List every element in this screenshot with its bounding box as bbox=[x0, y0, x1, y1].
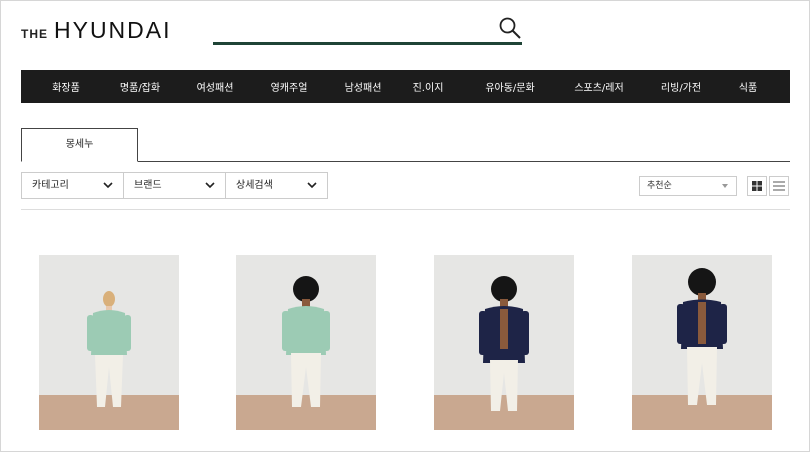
nav-item-mens[interactable]: 남성패션 bbox=[345, 79, 382, 94]
product-image bbox=[632, 255, 772, 430]
filter-bar: 카테고리 브랜드 상세검색 bbox=[21, 172, 328, 199]
site-logo[interactable]: THE HYUNDAI bbox=[21, 17, 172, 44]
chevron-down-icon bbox=[205, 182, 215, 189]
chevron-down-icon bbox=[103, 182, 113, 189]
chevron-down-icon bbox=[307, 182, 317, 189]
product-card[interactable] bbox=[632, 255, 772, 430]
nav-item-young-casual[interactable]: 영캐주얼 bbox=[271, 79, 308, 94]
nav-item-kids[interactable]: 유아동/문화 bbox=[485, 79, 534, 94]
logo-name: HYUNDAI bbox=[54, 17, 172, 43]
grid-view-icon bbox=[752, 181, 762, 191]
list-view-button[interactable] bbox=[769, 176, 789, 196]
detail-search-label: 상세검색 bbox=[236, 180, 273, 191]
sort-selected-label: 추천순 bbox=[647, 181, 672, 191]
sort-select[interactable]: 추천순 bbox=[639, 176, 737, 196]
nav-item-sports[interactable]: 스포츠/레저 bbox=[574, 79, 623, 94]
brand-filter-label: 브랜드 bbox=[134, 180, 162, 191]
category-filter-label: 카테고리 bbox=[32, 180, 69, 191]
nav-item-living[interactable]: 리빙/가전 bbox=[661, 79, 701, 94]
detail-search-filter[interactable]: 상세검색 bbox=[225, 172, 328, 199]
product-image bbox=[39, 255, 179, 430]
product-card[interactable] bbox=[236, 255, 376, 430]
nav-item-luxury[interactable]: 명품/잡화 bbox=[120, 79, 160, 94]
product-card[interactable] bbox=[39, 255, 179, 430]
search-bar bbox=[213, 15, 522, 45]
filter-divider bbox=[21, 209, 790, 210]
search-input[interactable] bbox=[213, 15, 488, 41]
product-image bbox=[236, 255, 376, 430]
list-view-icon bbox=[773, 181, 785, 191]
nav-item-womens[interactable]: 여성패션 bbox=[197, 79, 234, 94]
tab-brand[interactable]: 몽세누 bbox=[21, 128, 138, 162]
nav-item-jeans[interactable]: 진.이지 bbox=[413, 79, 444, 94]
product-image bbox=[434, 255, 574, 430]
product-card[interactable] bbox=[434, 255, 574, 430]
search-icon[interactable] bbox=[498, 16, 522, 40]
logo-prefix: THE bbox=[21, 27, 48, 41]
main-nav: 화장품 명품/잡화 여성패션 영캐주얼 남성패션 진.이지 유아동/문화 스포츠… bbox=[21, 70, 790, 103]
brand-filter[interactable]: 브랜드 bbox=[123, 172, 226, 199]
grid-view-button[interactable] bbox=[747, 176, 767, 196]
caret-down-icon bbox=[722, 184, 728, 188]
nav-item-cosmetics[interactable]: 화장품 bbox=[52, 79, 80, 94]
nav-item-food[interactable]: 식품 bbox=[739, 79, 757, 94]
category-filter[interactable]: 카테고리 bbox=[21, 172, 124, 199]
